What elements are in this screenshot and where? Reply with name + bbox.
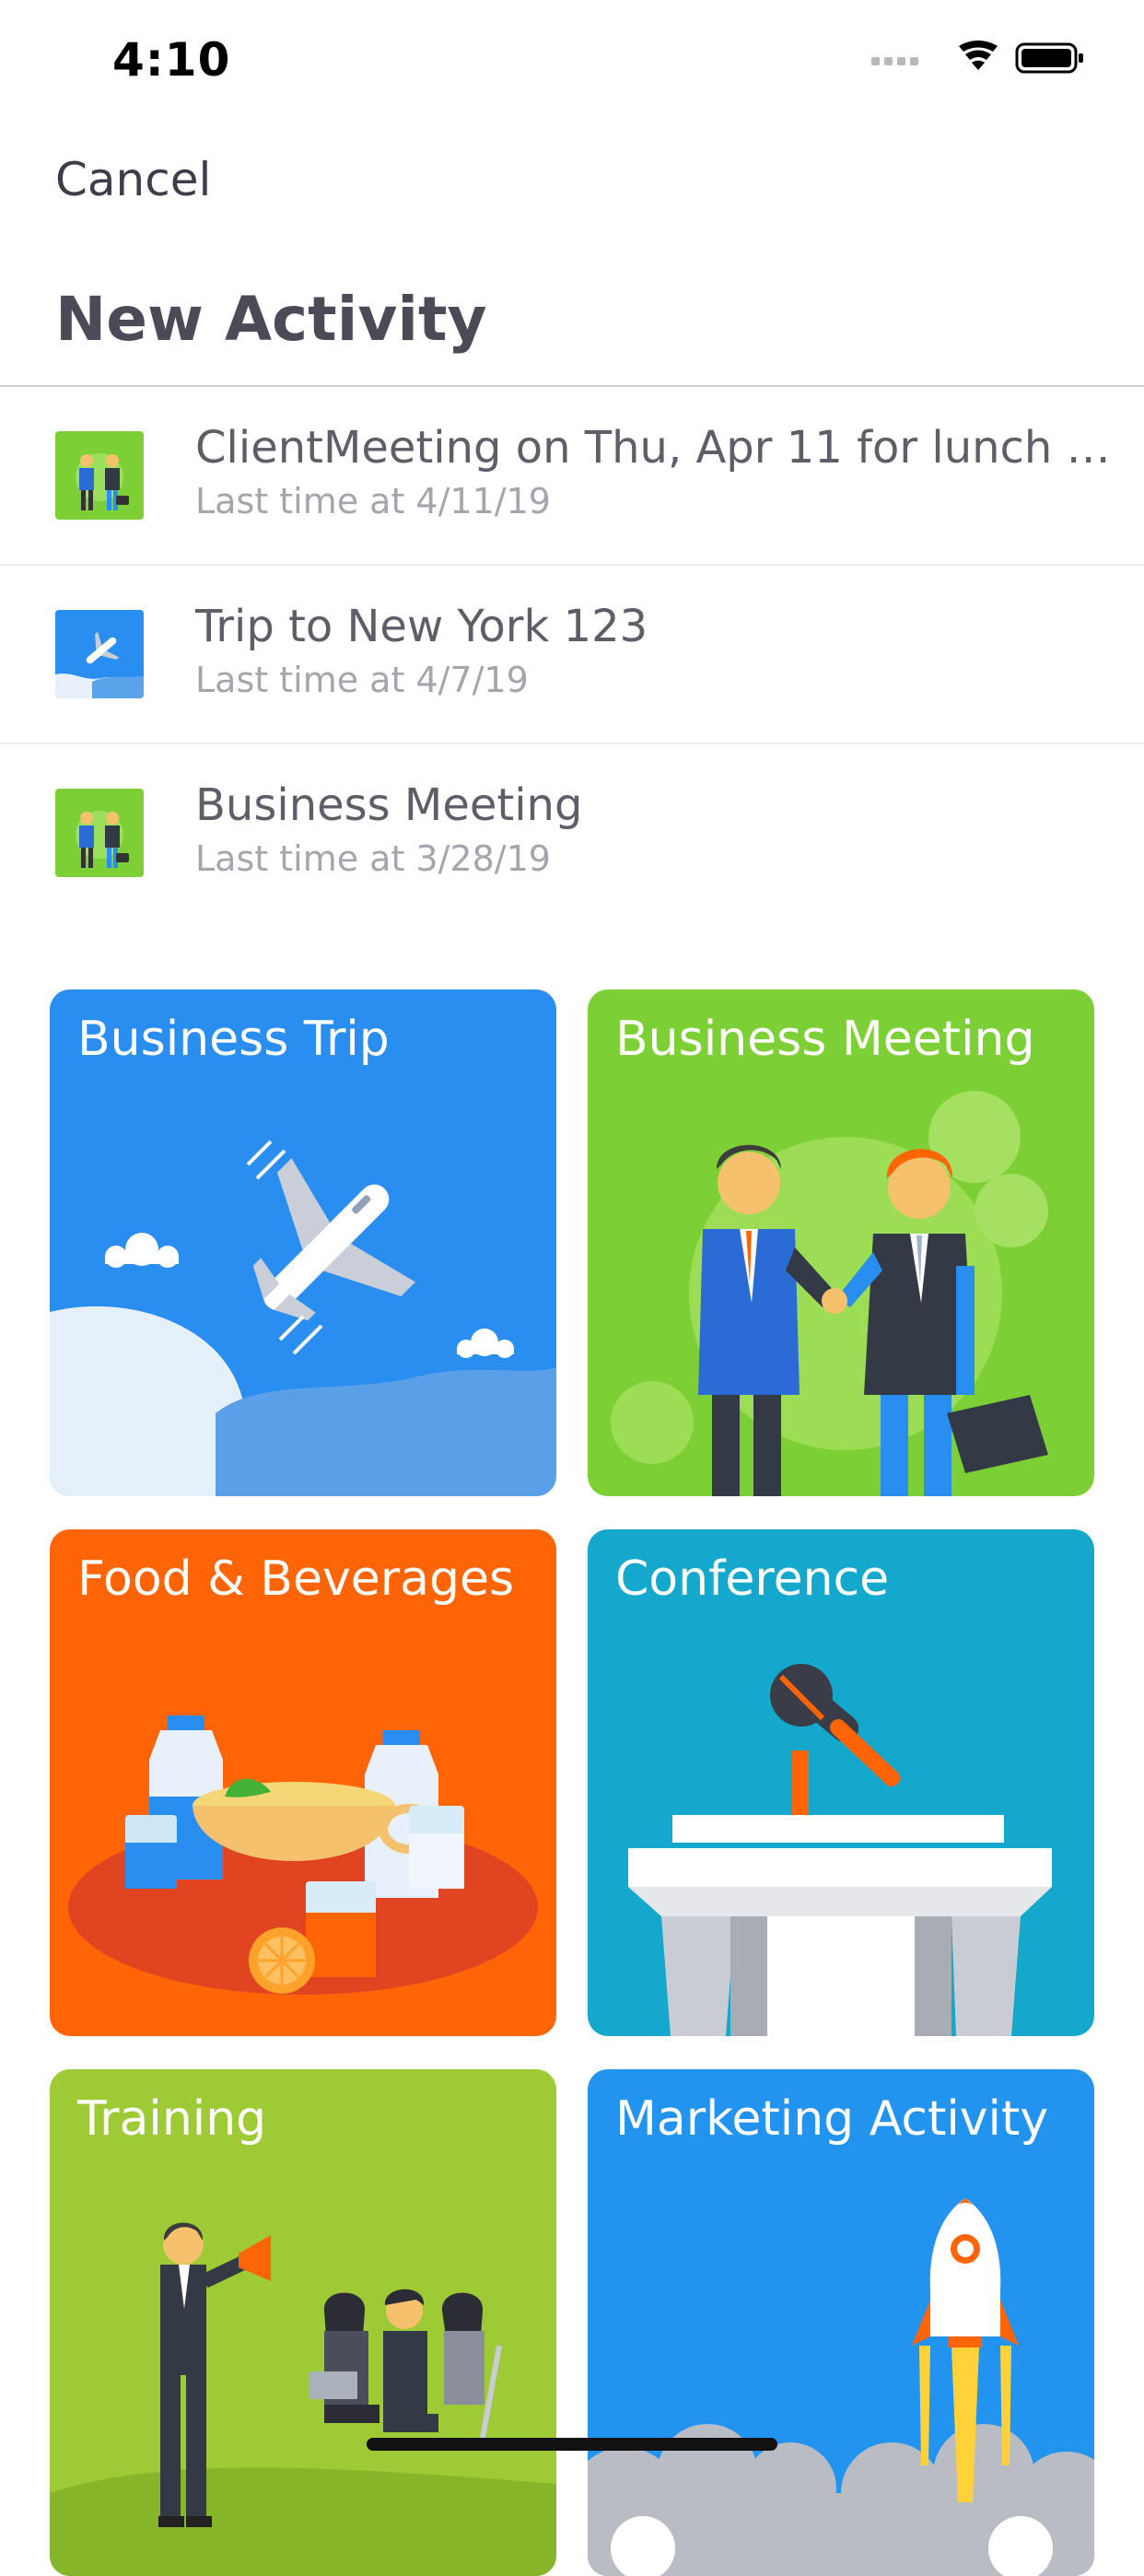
category-label: Food & Beverages (77, 1551, 515, 1607)
rocket (912, 2198, 1019, 2502)
category-tile-training[interactable]: Training (50, 2069, 556, 2576)
cancel-button[interactable]: Cancel (55, 153, 211, 206)
signal-icon (871, 57, 918, 65)
student-3 (441, 2292, 502, 2439)
glass-right (409, 1806, 464, 1889)
business-trip-thumb-icon (55, 610, 144, 698)
recent-activities-list: ClientMeeting on Thu, Apr 11 for lunch a… (0, 387, 1144, 921)
student-1 (309, 2292, 379, 2423)
recent-activity-subtitle: Last time at 4/7/19 (195, 660, 529, 700)
juice-glass (306, 1881, 376, 1977)
category-label: Conference (615, 1551, 890, 1607)
recent-activity-item[interactable]: Trip to New York 123 Last time at 4/7/19 (0, 564, 1144, 743)
home-indicator[interactable] (367, 2438, 777, 2451)
recent-activity-title: ClientMeeting on Thu, Apr 11 for lunch a… (195, 422, 1116, 474)
recent-activity-title: Business Meeting (195, 779, 583, 831)
category-tile-conference[interactable]: Conference (588, 1529, 1094, 2036)
category-tile-marketing-activity[interactable]: Marketing Activity (588, 2069, 1094, 2576)
student-2 (383, 2289, 438, 2432)
category-tile-business-meeting[interactable]: Business Meeting (588, 989, 1094, 1496)
category-tile-business-trip[interactable]: Business Trip (50, 989, 556, 1496)
recent-activity-title: Trip to New York 123 (195, 601, 648, 652)
category-tile-food-beverages[interactable]: Food & Beverages (50, 1529, 556, 2036)
recent-activity-subtitle: Last time at 4/11/19 (195, 481, 551, 521)
category-label: Training (77, 2091, 267, 2147)
recent-activity-subtitle: Last time at 3/28/19 (195, 838, 551, 879)
orange-slice (249, 1927, 315, 1994)
category-label: Business Trip (77, 1012, 390, 1067)
recent-activity-item[interactable]: ClientMeeting on Thu, Apr 11 for lunch a… (0, 387, 1144, 564)
status-time: 4:10 (112, 33, 231, 87)
battery-icon (1015, 42, 1083, 74)
recent-activity-item[interactable]: Business Meeting Last time at 3/28/19 (0, 743, 1144, 921)
category-label: Business Meeting (615, 1012, 1035, 1067)
page-title: New Activity (55, 284, 487, 355)
status-icons (871, 41, 1083, 74)
status-bar: 4:10 (0, 0, 1144, 120)
category-label: Marketing Activity (615, 2091, 1049, 2147)
business-meeting-thumb-icon (55, 431, 144, 520)
microphone (770, 1664, 900, 1815)
business-meeting-thumb-icon (55, 789, 144, 877)
wifi-icon (959, 41, 998, 70)
